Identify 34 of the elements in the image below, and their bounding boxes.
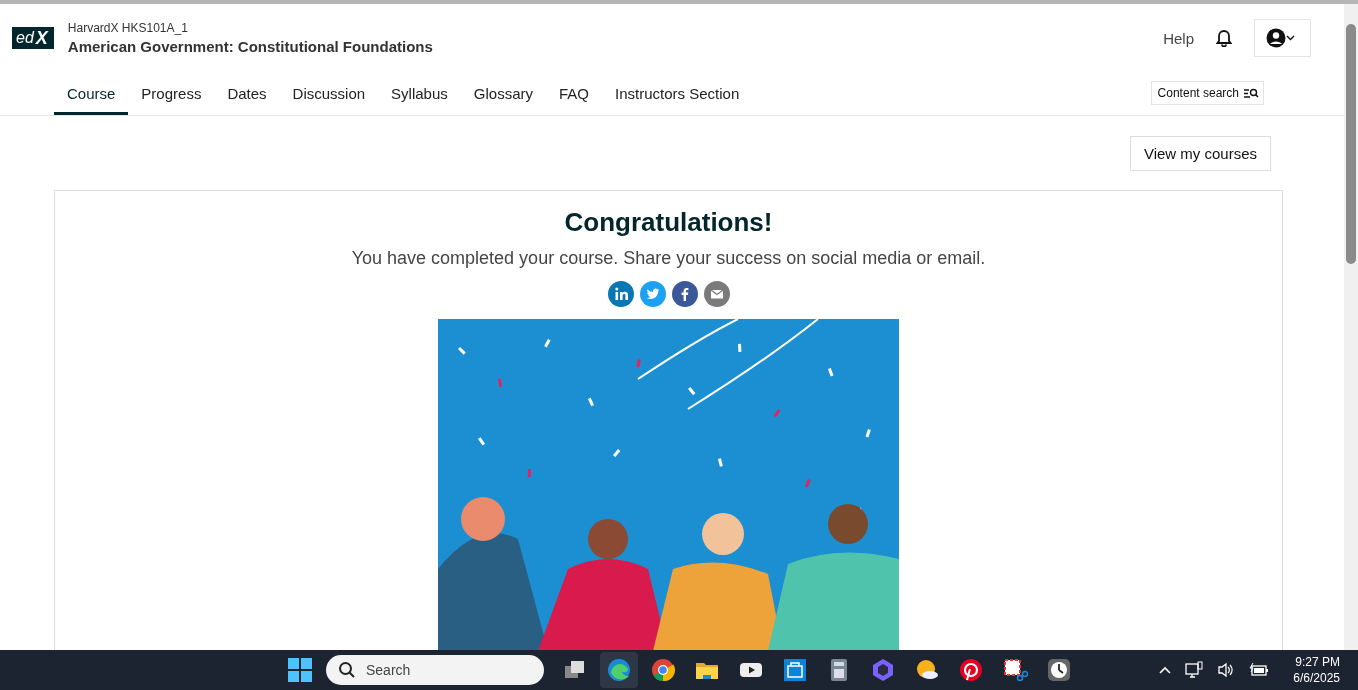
course-title: American Government: Constitutional Foundations	[67, 38, 433, 55]
scrollbar[interactable]	[1344, 4, 1358, 650]
volume-icon[interactable]	[1217, 662, 1236, 678]
view-my-courses-button[interactable]: View my courses	[1129, 136, 1271, 171]
linkedin-share-icon[interactable]	[607, 281, 634, 307]
edx-logo[interactable]: edX	[12, 27, 54, 49]
course-code: HarvardX HKS101A_1	[67, 21, 189, 35]
bell-icon[interactable]	[1216, 29, 1232, 47]
help-link[interactable]: Help	[1163, 29, 1194, 47]
nav-tab[interactable]: Progress	[128, 79, 215, 115]
nav-tab[interactable]: Dates	[214, 79, 280, 115]
taskbar-time[interactable]: 9:27 PM	[1293, 654, 1340, 670]
nav-tab[interactable]: Instructors Section	[602, 79, 753, 115]
taskbar-search-field[interactable]: Search	[326, 655, 544, 685]
nav-tab[interactable]: FAQ	[546, 79, 602, 115]
congratulations-title: Congratulations!	[564, 207, 773, 238]
email-share-icon[interactable]	[703, 281, 730, 307]
network-icon[interactable]	[1185, 661, 1204, 679]
battery-icon[interactable]	[1249, 663, 1270, 677]
chevron-up-icon[interactable]	[1159, 666, 1172, 674]
edge-app-icon[interactable]	[600, 652, 638, 688]
completion-message: You have completed your course. Share your success on social media or email.	[351, 248, 986, 269]
taskbar-date[interactable]: 6/6/2025	[1293, 670, 1340, 686]
search-icon	[338, 661, 356, 679]
nav-tab[interactable]: Glossary	[460, 79, 546, 115]
facebook-share-icon[interactable]	[671, 281, 698, 307]
windows-start-icon[interactable]	[288, 658, 312, 682]
search-icon	[1244, 87, 1259, 99]
nav-tab[interactable]: Discussion	[279, 79, 379, 115]
content-search-button[interactable]: Content search	[1150, 81, 1264, 105]
account-menu-button[interactable]	[1254, 19, 1311, 57]
twitter-share-icon[interactable]	[639, 281, 666, 307]
nav-tab[interactable]: Course	[54, 79, 129, 115]
nav-tab[interactable]: Syllabus	[378, 79, 461, 115]
